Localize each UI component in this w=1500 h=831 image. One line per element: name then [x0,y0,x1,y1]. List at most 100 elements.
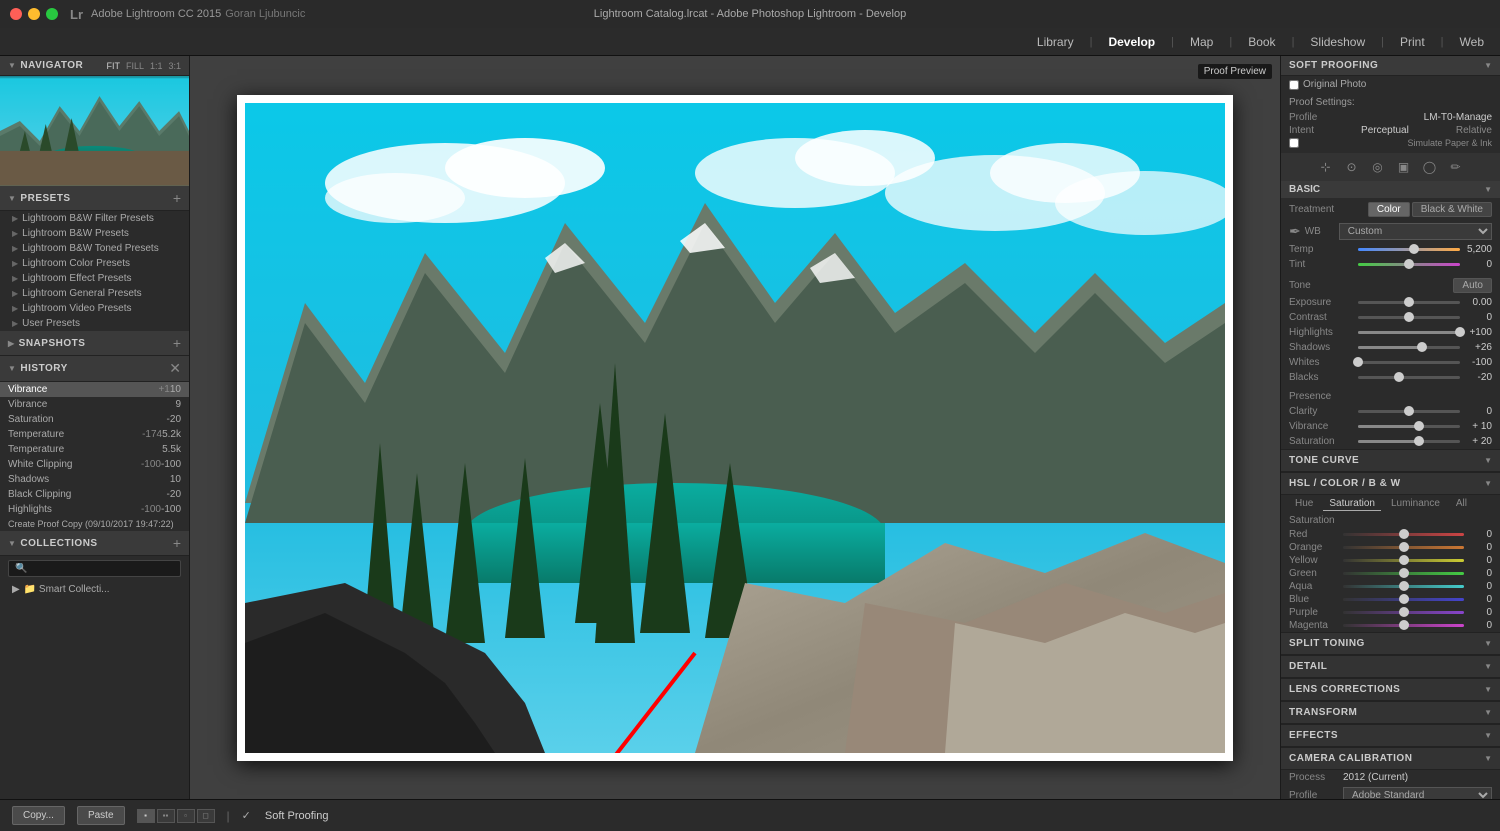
collections-add-button[interactable]: + [173,535,181,551]
hsl-tab-luminance[interactable]: Luminance [1385,497,1446,511]
detail-section[interactable]: Detail ▼ [1281,655,1500,678]
hsl-magenta-thumb[interactable] [1399,620,1409,630]
history-item-8[interactable]: Highlights-100-100 [0,502,189,517]
blacks-track[interactable] [1358,376,1460,379]
shadows-track[interactable] [1358,346,1460,349]
navigator-header[interactable]: ▼ Navigator FIT FILL 1:1 3:1 [0,56,189,76]
hsl-purple-thumb[interactable] [1399,607,1409,617]
hsl-section-header[interactable]: HSL / Color / B & W ▼ [1281,472,1500,495]
clarity-track[interactable] [1358,410,1460,413]
collection-smart[interactable]: ▶ 📁 Smart Collecti... [0,581,189,598]
tint-track[interactable] [1358,263,1460,266]
hsl-green-thumb[interactable] [1399,568,1409,578]
snapshots-header[interactable]: ▶ Snapshots + [0,331,189,356]
view-loupe-icon[interactable]: ◻ [197,809,215,823]
basic-header[interactable]: Basic ▼ [1281,181,1500,198]
original-photo-checkbox[interactable] [1289,80,1299,90]
radial-filter-icon[interactable]: ◯ [1420,157,1440,177]
clarity-thumb[interactable] [1404,406,1414,416]
vibrance-track[interactable] [1358,425,1460,428]
soft-proofing-header[interactable]: Soft Proofing ▼ [1281,56,1500,76]
collection-search-input[interactable] [8,560,181,577]
preset-bw-filter[interactable]: ▶Lightroom B&W Filter Presets [0,211,189,226]
minimize-button[interactable] [28,8,40,20]
snapshots-add-button[interactable]: + [173,335,181,351]
history-item-6[interactable]: Shadows10 [0,472,189,487]
wb-dropdown[interactable]: Custom As Shot Daylight Cloudy [1339,223,1492,240]
hsl-orange-track[interactable] [1343,546,1464,549]
paste-button[interactable]: Paste [77,806,125,825]
soft-proofing-collapse[interactable]: ▼ [1484,61,1492,70]
split-toning-section[interactable]: Split Toning ▼ [1281,632,1500,655]
menu-web[interactable]: Web [1460,35,1484,49]
hsl-aqua-track[interactable] [1343,585,1464,588]
preset-general[interactable]: ▶Lightroom General Presets [0,286,189,301]
camera-calibration-section[interactable]: Camera Calibration ▼ [1281,747,1500,770]
hsl-red-track[interactable] [1343,533,1464,536]
preset-effect[interactable]: ▶Lightroom Effect Presets [0,271,189,286]
preset-bw[interactable]: ▶Lightroom B&W Presets [0,226,189,241]
history-item-1[interactable]: Vibrance9 [0,397,189,412]
history-item-0[interactable]: Vibrance +1 10 [0,382,189,397]
zoom-fill[interactable]: FILL [126,61,144,71]
whites-thumb[interactable] [1353,357,1363,367]
transform-section[interactable]: Transform ▼ [1281,701,1500,724]
treatment-bw-btn[interactable]: Black & White [1412,202,1492,217]
hsl-magenta-track[interactable] [1343,624,1464,627]
hsl-tab-saturation[interactable]: Saturation [1323,497,1381,511]
temp-track[interactable] [1358,248,1460,251]
hsl-green-track[interactable] [1343,572,1464,575]
hsl-blue-thumb[interactable] [1399,594,1409,604]
menu-develop[interactable]: Develop [1108,35,1155,49]
saturation-track[interactable] [1358,440,1460,443]
tone-curve-section[interactable]: Tone Curve ▼ [1281,449,1500,472]
hsl-tab-all[interactable]: All [1450,497,1473,511]
history-item-4[interactable]: Temperature5.5k [0,442,189,457]
highlights-thumb[interactable] [1455,327,1465,337]
zoom-3-1[interactable]: 3:1 [168,61,181,71]
highlights-track[interactable] [1358,331,1460,334]
eyedropper-icon[interactable]: ✒ [1289,223,1301,240]
history-item-7[interactable]: Black Clipping-20 [0,487,189,502]
exposure-track[interactable] [1358,301,1460,304]
hsl-purple-track[interactable] [1343,611,1464,614]
menu-slideshow[interactable]: Slideshow [1310,35,1365,49]
history-item-2[interactable]: Saturation-20 [0,412,189,427]
auto-button[interactable]: Auto [1453,278,1492,293]
hsl-orange-thumb[interactable] [1399,542,1409,552]
maximize-button[interactable] [46,8,58,20]
hsl-aqua-thumb[interactable] [1399,581,1409,591]
contrast-thumb[interactable] [1404,312,1414,322]
temp-thumb[interactable] [1409,244,1419,254]
tint-thumb[interactable] [1404,259,1414,269]
whites-track[interactable] [1358,361,1460,364]
cal-profile-select[interactable]: Adobe Standard Camera Faithful Camera La… [1343,787,1492,799]
copy-button[interactable]: Copy... [12,806,65,825]
vibrance-thumb[interactable] [1414,421,1424,431]
adjustment-brush-icon[interactable]: ✏ [1446,157,1466,177]
contrast-track[interactable] [1358,316,1460,319]
blacks-thumb[interactable] [1394,372,1404,382]
history-header[interactable]: ▼ History ✕ [0,356,189,382]
view-survey-icon[interactable]: ▫ [177,809,195,823]
presets-add-button[interactable]: + [173,190,181,206]
preset-video[interactable]: ▶Lightroom Video Presets [0,301,189,316]
hsl-red-thumb[interactable] [1399,529,1409,539]
view-single-icon[interactable]: ▪ [137,809,155,823]
hsl-yellow-thumb[interactable] [1399,555,1409,565]
spot-removal-icon[interactable]: ⊙ [1342,157,1362,177]
saturation-thumb[interactable] [1414,436,1424,446]
hsl-blue-track[interactable] [1343,598,1464,601]
menu-library[interactable]: Library [1037,35,1074,49]
history-item-9[interactable]: Create Proof Copy (09/10/2017 19:47:22) [0,517,189,531]
preset-user[interactable]: ▶User Presets [0,316,189,331]
basic-collapse[interactable]: ▼ [1484,185,1492,194]
history-item-3[interactable]: Temperature-1745.2k [0,427,189,442]
redeye-icon[interactable]: ◎ [1368,157,1388,177]
shadows-thumb[interactable] [1417,342,1427,352]
simulate-paper-checkbox[interactable] [1289,138,1299,148]
view-compare-icon[interactable]: ▪▪ [157,809,175,823]
zoom-fit[interactable]: FIT [106,61,120,71]
preset-bw-toned[interactable]: ▶Lightroom B&W Toned Presets [0,241,189,256]
menu-map[interactable]: Map [1190,35,1213,49]
